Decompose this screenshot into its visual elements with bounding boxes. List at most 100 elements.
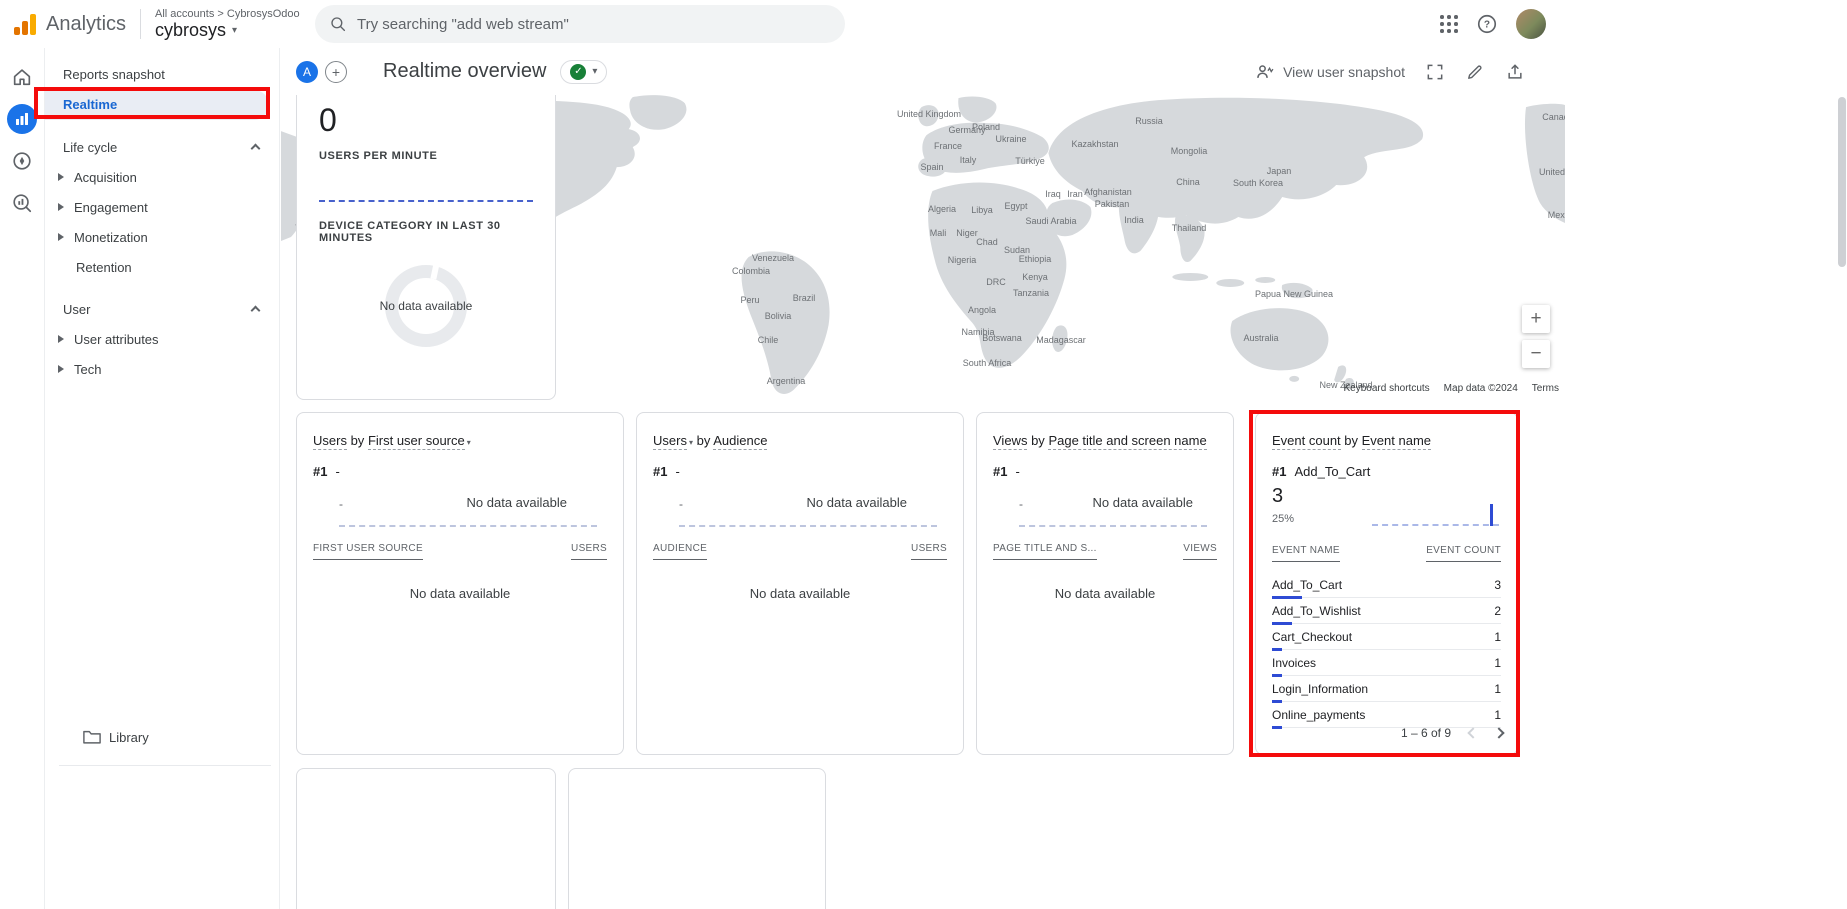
home-icon[interactable] xyxy=(7,62,37,92)
map-country-label: Egypt xyxy=(1004,201,1027,211)
map-country-label: Bolivia xyxy=(765,311,792,321)
reports-icon[interactable] xyxy=(7,104,37,134)
event-name: Cart_Checkout xyxy=(1272,630,1352,644)
map-country-label: Ukraine xyxy=(995,134,1026,144)
top-item-name: Add_To_Cart xyxy=(1294,464,1370,479)
dropdown-caret-icon: ▾ xyxy=(689,438,693,447)
nav-item-monetization[interactable]: Monetization xyxy=(45,222,279,252)
map-country-label: Kazakhstan xyxy=(1071,139,1118,149)
dimension-link[interactable]: Page title and screen name xyxy=(1048,433,1206,450)
metric-link[interactable]: Users xyxy=(653,433,687,450)
event-name: Online_payments xyxy=(1272,708,1365,722)
nav-section-life-cycle[interactable]: Life cycle xyxy=(45,132,279,162)
partial-card xyxy=(296,768,556,909)
account-name[interactable]: cybrosys xyxy=(155,20,226,41)
no-data-label: No data available xyxy=(467,495,567,510)
zoom-out-button[interactable]: − xyxy=(1522,340,1550,368)
nav-item-label: Engagement xyxy=(74,200,148,215)
comparison-chip[interactable]: A xyxy=(296,61,318,83)
map-country-label: China xyxy=(1176,177,1200,187)
terms-link[interactable]: Terms xyxy=(1532,383,1559,394)
users-per-minute-value: 0 xyxy=(319,104,533,136)
dimension-link[interactable]: First user source xyxy=(368,433,465,450)
card-views-by-page-title: Views by Page title and screen name #1- … xyxy=(976,412,1234,755)
world-map[interactable]: CanadaUnited StatesMexicoVenezuelaColomb… xyxy=(281,95,1565,400)
map-country-label: Canada xyxy=(1542,112,1565,122)
dimension-link[interactable]: Audience xyxy=(713,433,767,450)
nav-section-user[interactable]: User xyxy=(45,294,279,324)
table-row: Login_Information1 xyxy=(1272,676,1501,702)
help-icon[interactable]: ? xyxy=(1476,13,1498,35)
map-country-label: Chile xyxy=(758,335,779,345)
top-item-dash: - xyxy=(679,497,683,511)
nav-item-label: Acquisition xyxy=(74,170,137,185)
topbar: Analytics All accounts > CybrosysOdoo cy… xyxy=(0,0,1847,48)
divider xyxy=(140,9,141,39)
nav-item-acquisition[interactable]: Acquisition xyxy=(45,162,279,192)
previous-page-icon[interactable] xyxy=(1467,727,1478,738)
map-country-label: Russia xyxy=(1135,116,1163,126)
sparkline-baseline xyxy=(339,525,597,527)
nav-section-label: User xyxy=(63,302,90,317)
map-country-label: Spain xyxy=(920,162,943,172)
map-country-label: Iran xyxy=(1067,189,1083,199)
chevron-down-icon: ▾ xyxy=(232,25,237,36)
check-icon: ✓ xyxy=(570,64,586,80)
metric-link[interactable]: Views xyxy=(993,433,1027,450)
map-country-label: Japan xyxy=(1267,166,1292,176)
next-page-icon[interactable] xyxy=(1493,727,1504,738)
left-rail xyxy=(0,48,45,909)
expand-triangle-icon xyxy=(58,203,64,211)
search-icon xyxy=(329,15,347,33)
advertising-icon[interactable] xyxy=(7,188,37,218)
nav-item-reports-snapshot[interactable]: Reports snapshot xyxy=(45,60,279,90)
nav-item-tech[interactable]: Tech xyxy=(45,354,279,384)
map-country-label: United Kingdom xyxy=(897,109,961,119)
chevron-up-icon xyxy=(251,144,261,154)
breadcrumb[interactable]: All accounts > CybrosysOdoo xyxy=(155,8,300,20)
metric-link[interactable]: Event count xyxy=(1272,433,1341,450)
card-title: Views by Page title and screen name xyxy=(993,433,1217,448)
avatar[interactable] xyxy=(1516,9,1546,39)
nav-item-label: User attributes xyxy=(74,332,159,347)
map-zoom-controls: + − xyxy=(1522,305,1550,368)
no-data-label: No data available xyxy=(993,586,1217,601)
nav-item-retention[interactable]: Retention xyxy=(45,252,279,282)
dimension-link[interactable]: Event name xyxy=(1362,433,1431,450)
metric-link[interactable]: Users xyxy=(313,433,347,450)
users-per-minute-card: 0 USERS PER MINUTE DEVICE CATEGORY IN LA… xyxy=(296,95,556,400)
account-switcher[interactable]: All accounts > CybrosysOdoo cybrosys ▾ xyxy=(155,8,300,41)
edit-report-icon[interactable] xyxy=(1465,62,1485,82)
fullscreen-icon[interactable] xyxy=(1425,62,1445,82)
keyboard-shortcuts-link[interactable]: Keyboard shortcuts xyxy=(1344,383,1430,394)
nav-item-label: Tech xyxy=(74,362,101,377)
map-country-label: Australia xyxy=(1243,333,1278,343)
map-country-label: Niger xyxy=(956,228,978,238)
map-country-label: Pakistan xyxy=(1095,199,1130,209)
data-quality-badge[interactable]: ✓ ▾ xyxy=(560,60,607,84)
expand-triangle-icon xyxy=(58,173,64,181)
nav-item-engagement[interactable]: Engagement xyxy=(45,192,279,222)
map-country-label: United States xyxy=(1539,167,1565,177)
explore-icon[interactable] xyxy=(7,146,37,176)
view-user-snapshot-button[interactable]: View user snapshot xyxy=(1255,62,1405,82)
folder-icon xyxy=(83,729,101,745)
nav-item-user-attributes[interactable]: User attributes xyxy=(45,324,279,354)
view-user-snapshot-label: View user snapshot xyxy=(1283,64,1405,80)
map-country-label: Argentina xyxy=(767,376,806,386)
map-country-label: Botswana xyxy=(982,333,1022,343)
event-bar xyxy=(1272,726,1282,729)
nav-item-realtime[interactable]: Realtime xyxy=(45,90,269,120)
sparkline-spike xyxy=(1490,504,1493,526)
search-bar[interactable] xyxy=(315,5,845,43)
search-input[interactable] xyxy=(357,16,831,33)
nav-section-label: Life cycle xyxy=(63,140,117,155)
share-icon[interactable] xyxy=(1505,62,1525,82)
rank-label: #1 xyxy=(653,464,667,479)
zoom-in-button[interactable]: + xyxy=(1522,305,1550,333)
map-country-label: Chad xyxy=(976,237,998,247)
add-comparison-button[interactable]: + xyxy=(325,61,347,83)
apps-grid-icon[interactable] xyxy=(1440,15,1458,33)
scrollbar[interactable] xyxy=(1838,97,1846,267)
nav-item-library[interactable]: Library xyxy=(83,724,149,750)
